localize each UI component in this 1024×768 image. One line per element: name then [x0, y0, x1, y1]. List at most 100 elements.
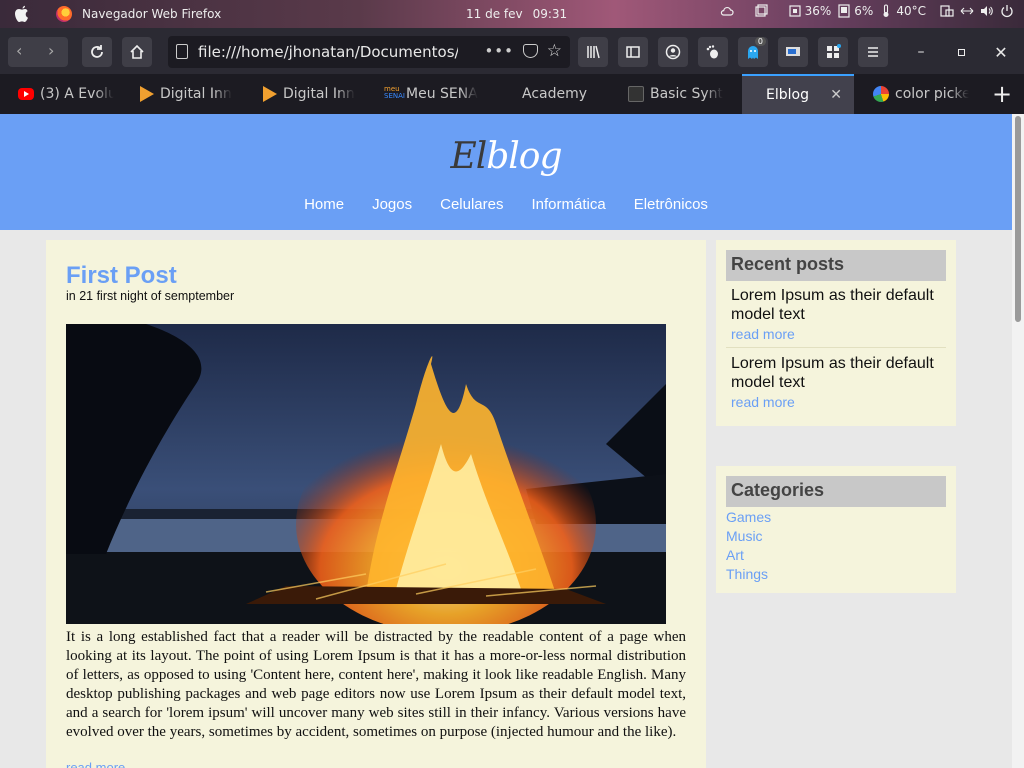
- post-title[interactable]: First Post: [66, 262, 177, 290]
- sidebar-button[interactable]: [618, 37, 648, 67]
- senai-icon: meu SENAI: [384, 85, 405, 100]
- nav-informatica[interactable]: Informática: [532, 196, 606, 213]
- ghostery-extension-button[interactable]: 0: [738, 37, 768, 67]
- screen-capture-icon: [786, 47, 800, 56]
- cpu-usage[interactable]: 36%: [788, 4, 832, 18]
- temperature-value: 40°C: [896, 4, 926, 18]
- nav-eletronicos[interactable]: Eletrônicos: [634, 196, 708, 213]
- tab-label: Digital Inn: [283, 86, 355, 102]
- recent-post-text: Lorem Ipsum as their default model text: [731, 355, 934, 391]
- sidebar-icon: [626, 46, 640, 58]
- site-logo[interactable]: Elblog: [0, 136, 1012, 177]
- reload-button[interactable]: [82, 37, 112, 67]
- divider: [726, 347, 946, 348]
- clipboard-icon[interactable]: [754, 4, 768, 18]
- recent-post-item: Lorem Ipsum as their default model text …: [731, 354, 946, 412]
- cpu-icon: [789, 5, 801, 17]
- time-label: 09:31: [532, 7, 568, 21]
- google-icon: [873, 86, 889, 102]
- close-window-button[interactable]: ✕: [986, 37, 1016, 67]
- category-things-link[interactable]: Things: [726, 565, 771, 584]
- reload-icon: [91, 45, 103, 58]
- categories-widget: Categories Games Music Art Things: [716, 466, 956, 593]
- tab-elblog[interactable]: Elblog ✕: [742, 74, 854, 114]
- volume-icon[interactable]: [980, 4, 994, 18]
- maximize-icon: [957, 48, 965, 56]
- date-label: 11 de fev: [466, 7, 523, 21]
- nav-home[interactable]: Home: [304, 196, 344, 213]
- tab-academy[interactable]: Academy: [522, 74, 618, 114]
- forward-arrow-icon[interactable]: ›: [48, 41, 54, 60]
- apple-logo-icon[interactable]: [14, 5, 30, 23]
- network-arrows-icon[interactable]: [960, 4, 974, 18]
- maximize-button[interactable]: [946, 37, 976, 67]
- logo-part-2: blog: [486, 136, 562, 177]
- close-tab-icon[interactable]: ✕: [830, 87, 842, 103]
- logo-part-1: El: [450, 136, 487, 177]
- post-container: First Post in 21 first night of semptemb…: [46, 240, 706, 768]
- home-icon: [130, 44, 144, 59]
- nav-celulares[interactable]: Celulares: [440, 196, 503, 213]
- gnome-extension-button[interactable]: [698, 37, 728, 67]
- web-page: Elblog Home Jogos Celulares Informática …: [0, 114, 1012, 768]
- home-button[interactable]: [122, 37, 152, 67]
- scrollbar-thumb[interactable]: [1015, 116, 1021, 322]
- play-triangle-icon: [140, 86, 154, 102]
- tab-basic-syntax[interactable]: Basic Synt: [628, 74, 724, 114]
- firefox-icon[interactable]: [56, 6, 72, 22]
- back-arrow-icon[interactable]: ‹: [16, 41, 22, 60]
- temperature-indicator[interactable]: 40°C: [879, 4, 926, 18]
- tab-digital-inn-1[interactable]: Digital Inn: [140, 74, 236, 114]
- memory-icon: [838, 4, 850, 18]
- screenshot-extension-button[interactable]: [778, 37, 808, 67]
- clock[interactable]: 11 de fev 09:31: [466, 7, 567, 21]
- category-music-link[interactable]: Music: [726, 527, 771, 546]
- tab-meu-senai[interactable]: meu SENAI Meu SENA: [384, 74, 480, 114]
- category-games-link[interactable]: Games: [726, 508, 771, 527]
- recent-post-read-more-link[interactable]: read more: [731, 325, 946, 344]
- bonfire-photo: [66, 324, 666, 624]
- tab-label: color picke: [895, 86, 969, 102]
- menu-button[interactable]: [858, 37, 888, 67]
- hamburger-menu-icon: [868, 47, 878, 57]
- library-button[interactable]: [578, 37, 608, 67]
- grid-icon: [827, 44, 841, 58]
- nav-jogos[interactable]: Jogos: [372, 196, 412, 213]
- cloud-icon[interactable]: [720, 4, 734, 18]
- recent-post-text: Lorem Ipsum as their default model text: [731, 287, 934, 323]
- tab-digital-inn-2[interactable]: Digital Inn: [263, 74, 359, 114]
- tab-label: (3) A Evolu: [40, 86, 114, 102]
- site-nav: Home Jogos Celulares Informática Eletrôn…: [0, 196, 1012, 213]
- recent-post-read-more-link[interactable]: read more: [731, 393, 946, 412]
- address-bar[interactable]: file:///home/jhonatan/Documentos/tecb ••…: [168, 36, 570, 68]
- recent-posts-widget: Recent posts Lorem Ipsum as their defaul…: [716, 240, 956, 426]
- back-forward-group: ‹ ›: [8, 37, 68, 67]
- minimize-button[interactable]: –: [906, 37, 936, 67]
- tab-youtube[interactable]: (3) A Evolu: [18, 74, 114, 114]
- site-header: Elblog Home Jogos Celulares Informática …: [0, 114, 1012, 230]
- account-button[interactable]: [658, 37, 688, 67]
- memory-usage[interactable]: 6%: [837, 4, 873, 18]
- tab-color-picker[interactable]: color picke: [873, 74, 969, 114]
- new-tab-button[interactable]: +: [988, 80, 1016, 108]
- cpu-percent: 36%: [804, 4, 832, 18]
- page-icon: [176, 44, 188, 59]
- categories-title: Categories: [726, 476, 946, 507]
- url-text[interactable]: file:///home/jhonatan/Documentos/tecb: [198, 43, 458, 61]
- page-actions-icon[interactable]: •••: [484, 42, 514, 60]
- category-art-link[interactable]: Art: [726, 546, 771, 565]
- account-icon: [665, 44, 681, 60]
- pocket-icon[interactable]: [523, 44, 538, 58]
- extensions-grid-button[interactable]: [818, 37, 848, 67]
- recent-post-item: Lorem Ipsum as their default model text …: [731, 286, 946, 344]
- tab-label: Basic Synt: [650, 86, 724, 102]
- active-app-title[interactable]: Navegador Web Firefox: [82, 7, 221, 21]
- display-icon[interactable]: [940, 4, 954, 18]
- close-icon: ✕: [994, 42, 1008, 62]
- tab-label: Elblog: [766, 87, 809, 103]
- tab-label: Academy: [522, 86, 588, 102]
- bookmark-star-icon[interactable]: ☆: [547, 41, 562, 61]
- post-read-more-link[interactable]: read more: [66, 760, 125, 768]
- generic-page-icon: [628, 86, 644, 102]
- power-icon[interactable]: [1000, 4, 1014, 18]
